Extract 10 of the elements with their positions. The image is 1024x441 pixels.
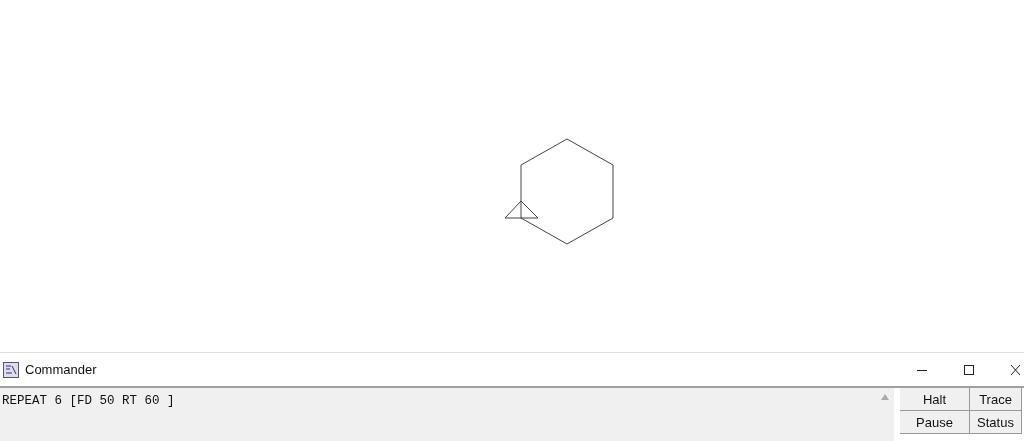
app-icon [3,361,19,378]
command-button[interactable]: Trace [970,388,1022,411]
command-button[interactable]: Halt [900,388,970,411]
command-button[interactable]: Status [970,411,1022,434]
turtle-icon [504,200,539,219]
command-button[interactable]: Pause [900,411,970,434]
command-input[interactable]: REPEAT 6 [FD 50 RT 60 ] [0,388,876,441]
window-title: Commander [25,362,97,377]
close-icon[interactable] [1010,363,1020,376]
maximize-icon[interactable] [963,363,975,376]
